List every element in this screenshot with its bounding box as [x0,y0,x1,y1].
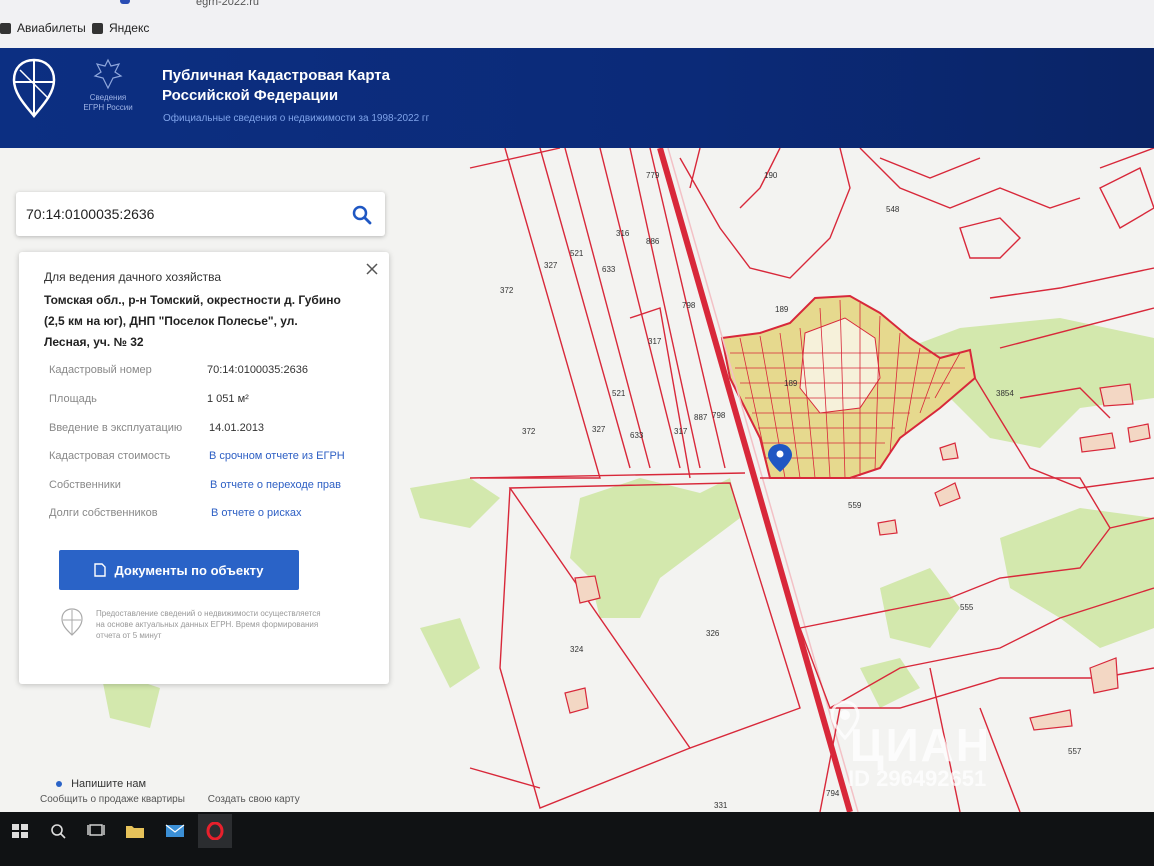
cadastral-search [16,192,385,236]
highlighted-settlement [720,294,977,479]
page-subtitle: Официальные сведения о недвижимости за 1… [163,113,430,124]
parcel-label[interactable]: 189 [775,305,789,314]
parcel-label[interactable]: 798 [682,301,696,310]
parcel-label[interactable]: 886 [646,237,660,246]
map-footer: Сообщить о продаже квартиры Создать свою… [40,794,300,805]
opera-icon[interactable] [204,822,226,840]
report-sale-link[interactable]: Сообщить о продаже квартиры [40,794,185,805]
parcel-label[interactable]: 521 [570,249,584,258]
property-label: Собственники [49,479,121,491]
parcel-label[interactable]: 372 [500,286,514,295]
logo-caption-line1: Сведения [89,93,127,102]
document-icon [94,563,107,577]
disclaimer-text: Предоставление сведений о недвижимости о… [96,609,321,640]
highway [657,148,859,812]
cadastral-value-link[interactable]: В срочном отчете из ЕГРН [209,450,345,462]
parcel-label[interactable]: 372 [522,427,536,436]
parcel-label[interactable]: 324 [570,645,584,654]
file-explorer-icon[interactable] [124,822,146,840]
page-title-line1: Публичная Кадастровая Карта [162,67,390,84]
close-icon[interactable] [365,262,379,276]
property-label: Кадастровый номер [49,364,152,376]
shield-logo-icon[interactable] [12,58,56,123]
parcel-label[interactable]: 557 [1068,747,1082,756]
logo-caption-line2: ЕГРН России [83,103,133,112]
chat-dot-icon [56,781,62,787]
chat-label: Напишите нам [71,778,147,790]
object-address: Томская обл., р-н Томский, окрестности д… [44,293,341,349]
url-fragment[interactable]: egrn-2022.ru [196,0,259,8]
site-header: Сведения ЕГРН России Публичная Кадастров… [0,48,1154,160]
parcel-label[interactable]: 331 [714,801,728,810]
watermark-id: ID 296492651 [848,766,987,791]
parcel-label[interactable]: 633 [602,265,616,274]
property-label: Кадастровая стоимость [49,450,171,462]
parcel-label[interactable]: 559 [848,501,862,510]
search-input[interactable] [26,202,336,226]
debts-link[interactable]: В отчете о рисках [211,507,302,519]
owners-link[interactable]: В отчете о переходе прав [210,479,341,491]
documents-button[interactable]: Документы по объекту [59,550,299,590]
start-icon[interactable] [10,822,32,840]
create-map-link[interactable]: Создать свою карту [208,794,300,805]
parcel-label[interactable]: 316 [616,229,630,238]
property-value: 70:14:0100035:2636 [207,364,308,376]
parcel-label[interactable]: 887 [694,413,708,422]
eagle-emblem-icon [93,58,123,90]
property-value: 1 051 м² [207,393,249,405]
bookmark-yandex[interactable]: Яндекс [92,21,149,35]
parcel-label[interactable]: 326 [706,629,720,638]
mail-icon[interactable] [164,822,186,840]
object-info-panel: Для ведения дачного хозяйства Томская об… [19,252,389,684]
parcel-label[interactable]: 555 [960,603,974,612]
parcel-label[interactable]: 317 [648,337,662,346]
parcel-label[interactable]: 521 [612,389,626,398]
chat-widget[interactable]: Напишите нам [56,778,146,790]
property-label: Введение в эксплуатацию [49,422,183,434]
bookmark-label: Яндекс [109,21,150,35]
bookmarks-bar: egrn-2022.ru Авиабилеты Яндекс [0,0,1154,48]
property-value: 14.01.2013 [209,422,265,434]
parcel-label[interactable]: 794 [826,789,840,798]
search-icon[interactable] [351,204,373,226]
object-type: Для ведения дачного хозяйства [44,270,222,284]
parcel-label[interactable]: 548 [886,205,900,214]
shield-info-icon [61,608,83,641]
parcel-label[interactable]: 633 [630,431,644,440]
bookmark-label: Авиабилеты [17,21,86,35]
parcel-labels: 190 548 779 372 327 521 316 633 886 798 … [500,171,1082,810]
task-view-icon[interactable] [86,822,108,840]
property-label: Площадь [49,393,97,405]
page-title: Публичная Кадастровая Карта Российской Ф… [162,66,390,106]
taskbar [0,812,1154,866]
tab-indicator-icon [120,0,130,4]
watermark-brand: ЦИАН [850,719,992,771]
parcel-label[interactable]: 190 [764,171,778,180]
bookmark-icon [0,22,11,34]
bookmark-icon [92,22,103,34]
parcel-label[interactable]: 779 [646,171,660,180]
parcel-label[interactable]: 327 [592,425,606,434]
parcel-label[interactable]: 3854 [996,389,1014,398]
parcel-label[interactable]: 798 [712,411,726,420]
page-title-line2: Российской Федерации [162,87,339,104]
property-label: Долги собственников [49,507,158,519]
screen: egrn-2022.ru Авиабилеты Яндекс Сведения … [0,0,1154,866]
parcel-label[interactable]: 317 [674,427,688,436]
egrn-logo: Сведения ЕГРН России [82,58,134,113]
parcel-label[interactable]: 189 [784,379,798,388]
bookmark-aviabilety[interactable]: Авиабилеты [0,21,86,35]
parcel-label[interactable]: 327 [544,261,558,270]
documents-button-label: Документы по объекту [114,562,264,578]
search-icon[interactable] [48,822,70,840]
